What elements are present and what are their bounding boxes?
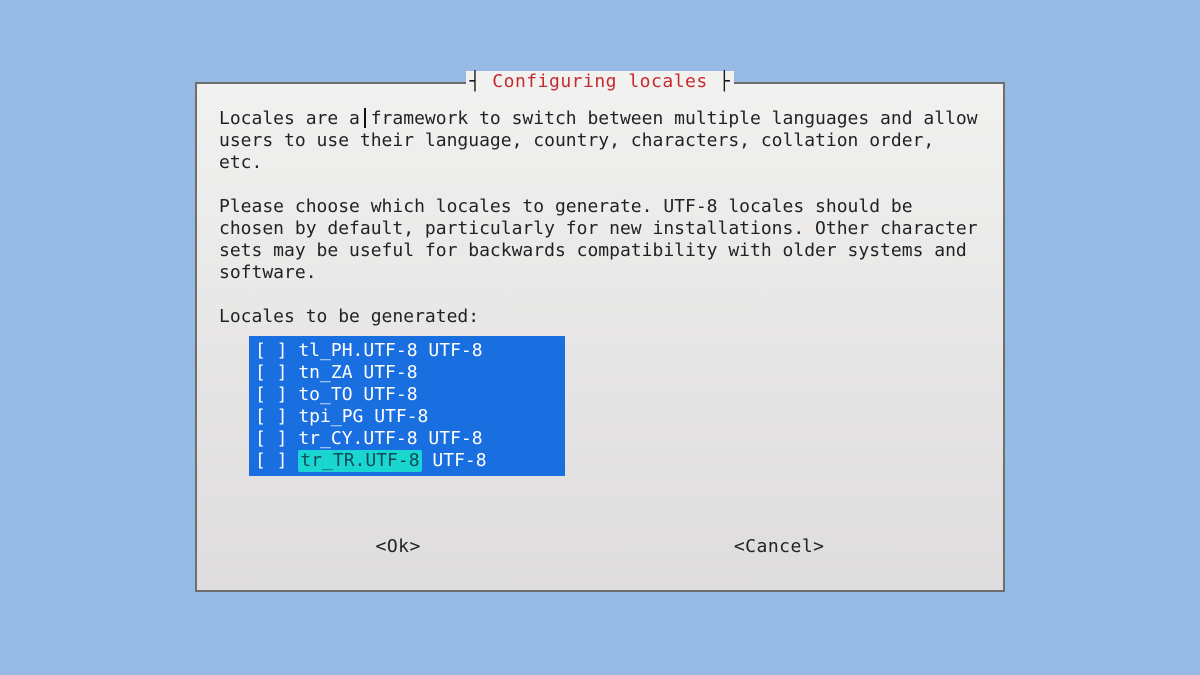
locale-item[interactable]: [ ] tpi_PG UTF-8 — [255, 406, 559, 428]
ok-button[interactable]: <Ok> — [369, 536, 426, 558]
locale-item[interactable]: [ ] tr_CY.UTF-8 UTF-8 — [255, 428, 559, 450]
text-cursor — [364, 108, 366, 128]
locale-item[interactable]: [ ] tr_TR.UTF-8 UTF-8 — [255, 450, 559, 472]
locale-list[interactable]: [ ] tl_PH.UTF-8 UTF-8[ ] tn_ZA UTF-8[ ] … — [249, 336, 565, 476]
dialog-title-label: Configuring locales — [492, 71, 707, 92]
dialog-button-row: <Ok> <Cancel> — [219, 536, 981, 558]
locale-item[interactable]: [ ] tn_ZA UTF-8 — [255, 362, 559, 384]
dialog-title-text: ┤ Configuring locales ├ — [466, 71, 735, 93]
locale-item[interactable]: [ ] tl_PH.UTF-8 UTF-8 — [255, 340, 559, 362]
list-label: Locales to be generated: — [219, 306, 981, 328]
locale-highlight: tr_TR.UTF-8 — [298, 450, 421, 472]
locale-item[interactable]: [ ] to_TO UTF-8 — [255, 384, 559, 406]
intro-paragraph-2: Please choose which locales to generate.… — [219, 196, 981, 284]
locale-config-dialog: ┤ Configuring locales ├ Locales are a fr… — [195, 82, 1005, 592]
dialog-content: Locales are a framework to switch betwee… — [219, 108, 981, 476]
cancel-button[interactable]: <Cancel> — [728, 536, 831, 558]
dialog-title-bar: ┤ Configuring locales ├ — [197, 71, 1003, 93]
intro-paragraph-1: Locales are a framework to switch betwee… — [219, 108, 981, 174]
